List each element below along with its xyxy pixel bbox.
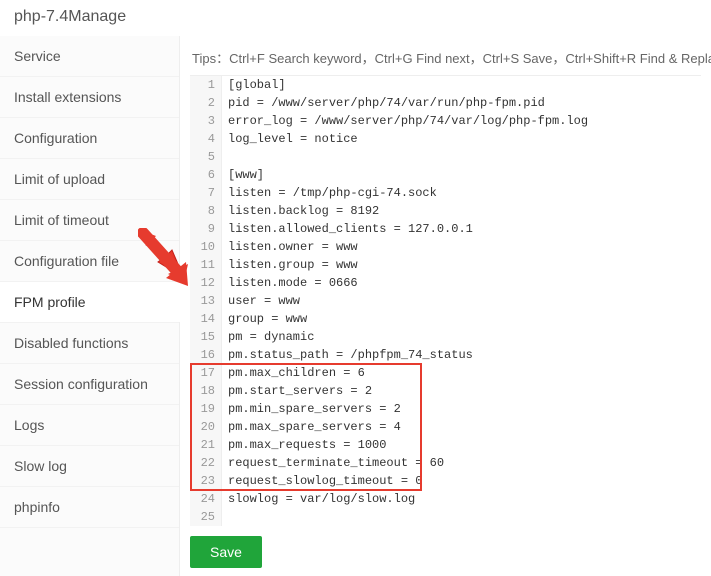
editor-line[interactable]: 11listen.group = www: [190, 256, 701, 274]
line-number: 8: [190, 202, 222, 220]
editor-tips: Tips：Ctrl+F Search keyword，Ctrl+G Find n…: [190, 44, 701, 75]
sidebar-item-service[interactable]: Service: [0, 36, 179, 77]
line-code[interactable]: request_terminate_timeout = 60: [222, 454, 444, 472]
line-number: 18: [190, 382, 222, 400]
editor-line[interactable]: 9listen.allowed_clients = 127.0.0.1: [190, 220, 701, 238]
line-code[interactable]: pm.max_children = 6: [222, 364, 365, 382]
editor-line[interactable]: 24slowlog = var/log/slow.log: [190, 490, 701, 508]
line-code[interactable]: listen.allowed_clients = 127.0.0.1: [222, 220, 473, 238]
sidebar-item-configuration-file[interactable]: Configuration file: [0, 241, 179, 282]
line-number: 2: [190, 94, 222, 112]
line-number: 22: [190, 454, 222, 472]
line-number: 5: [190, 148, 222, 166]
editor-line[interactable]: 8listen.backlog = 8192: [190, 202, 701, 220]
sidebar-item-session-configuration[interactable]: Session configuration: [0, 364, 179, 405]
line-code[interactable]: listen.backlog = 8192: [222, 202, 379, 220]
editor-line[interactable]: 10listen.owner = www: [190, 238, 701, 256]
line-number: 24: [190, 490, 222, 508]
editor-line[interactable]: 18pm.start_servers = 2: [190, 382, 701, 400]
sidebar-item-limit-of-upload[interactable]: Limit of upload: [0, 159, 179, 200]
line-number: 21: [190, 436, 222, 454]
sidebar-item-install-extensions[interactable]: Install extensions: [0, 77, 179, 118]
editor-line[interactable]: 20pm.max_spare_servers = 4: [190, 418, 701, 436]
editor-line[interactable]: 22request_terminate_timeout = 60: [190, 454, 701, 472]
editor-line[interactable]: 17pm.max_children = 6: [190, 364, 701, 382]
editor-line[interactable]: 19pm.min_spare_servers = 2: [190, 400, 701, 418]
line-number: 20: [190, 418, 222, 436]
editor-line[interactable]: 15pm = dynamic: [190, 328, 701, 346]
code-editor[interactable]: 1[global]2pid = /www/server/php/74/var/r…: [190, 75, 701, 526]
save-button[interactable]: Save: [190, 536, 262, 568]
editor-line[interactable]: 12listen.mode = 0666: [190, 274, 701, 292]
line-number: 17: [190, 364, 222, 382]
line-code[interactable]: log_level = notice: [222, 130, 358, 148]
editor-line[interactable]: 13user = www: [190, 292, 701, 310]
line-code[interactable]: listen.owner = www: [222, 238, 358, 256]
line-code[interactable]: user = www: [222, 292, 300, 310]
editor-line[interactable]: 25: [190, 508, 701, 526]
line-code[interactable]: [www]: [222, 166, 264, 184]
line-number: 14: [190, 310, 222, 328]
line-number: 1: [190, 76, 222, 94]
editor-line[interactable]: 21pm.max_requests = 1000: [190, 436, 701, 454]
sidebar-item-phpinfo[interactable]: phpinfo: [0, 487, 179, 528]
line-number: 3: [190, 112, 222, 130]
editor-line[interactable]: 3error_log = /www/server/php/74/var/log/…: [190, 112, 701, 130]
line-code[interactable]: listen.mode = 0666: [222, 274, 358, 292]
line-number: 16: [190, 346, 222, 364]
editor-line[interactable]: 2pid = /www/server/php/74/var/run/php-fp…: [190, 94, 701, 112]
sidebar-item-configuration[interactable]: Configuration: [0, 118, 179, 159]
line-number: 12: [190, 274, 222, 292]
line-code[interactable]: [222, 508, 228, 526]
line-code[interactable]: pid = /www/server/php/74/var/run/php-fpm…: [222, 94, 545, 112]
line-number: 6: [190, 166, 222, 184]
editor-line[interactable]: 5: [190, 148, 701, 166]
sidebar: ServiceInstall extensionsConfigurationLi…: [0, 36, 180, 576]
line-code[interactable]: pm.status_path = /phpfpm_74_status: [222, 346, 473, 364]
line-code[interactable]: error_log = /www/server/php/74/var/log/p…: [222, 112, 588, 130]
line-number: 9: [190, 220, 222, 238]
editor-line[interactable]: 16pm.status_path = /phpfpm_74_status: [190, 346, 701, 364]
line-code[interactable]: slowlog = var/log/slow.log: [222, 490, 415, 508]
editor-line[interactable]: 14group = www: [190, 310, 701, 328]
line-code[interactable]: pm.start_servers = 2: [222, 382, 372, 400]
sidebar-item-logs[interactable]: Logs: [0, 405, 179, 446]
editor-line[interactable]: 7listen = /tmp/php-cgi-74.sock: [190, 184, 701, 202]
line-code[interactable]: listen = /tmp/php-cgi-74.sock: [222, 184, 437, 202]
line-code[interactable]: request_slowlog_timeout = 0: [222, 472, 422, 490]
line-code[interactable]: listen.group = www: [222, 256, 358, 274]
line-number: 11: [190, 256, 222, 274]
line-code[interactable]: pm = dynamic: [222, 328, 314, 346]
editor-line[interactable]: 4log_level = notice: [190, 130, 701, 148]
line-code[interactable]: pm.min_spare_servers = 2: [222, 400, 401, 418]
line-number: 7: [190, 184, 222, 202]
editor-line[interactable]: 23request_slowlog_timeout = 0: [190, 472, 701, 490]
editor-line[interactable]: 6[www]: [190, 166, 701, 184]
sidebar-item-disabled-functions[interactable]: Disabled functions: [0, 323, 179, 364]
page-title: php-7.4Manage: [0, 0, 711, 36]
line-code[interactable]: pm.max_requests = 1000: [222, 436, 386, 454]
line-number: 4: [190, 130, 222, 148]
line-code[interactable]: pm.max_spare_servers = 4: [222, 418, 401, 436]
line-number: 25: [190, 508, 222, 526]
line-number: 19: [190, 400, 222, 418]
line-code[interactable]: group = www: [222, 310, 307, 328]
line-number: 10: [190, 238, 222, 256]
editor-line[interactable]: 1[global]: [190, 76, 701, 94]
line-code[interactable]: [global]: [222, 76, 286, 94]
line-number: 15: [190, 328, 222, 346]
main-panel: Tips：Ctrl+F Search keyword，Ctrl+G Find n…: [180, 36, 711, 576]
sidebar-item-limit-of-timeout[interactable]: Limit of timeout: [0, 200, 179, 241]
sidebar-item-fpm-profile[interactable]: FPM profile: [0, 282, 179, 323]
line-number: 13: [190, 292, 222, 310]
sidebar-item-slow-log[interactable]: Slow log: [0, 446, 179, 487]
line-code[interactable]: [222, 148, 228, 166]
line-number: 23: [190, 472, 222, 490]
